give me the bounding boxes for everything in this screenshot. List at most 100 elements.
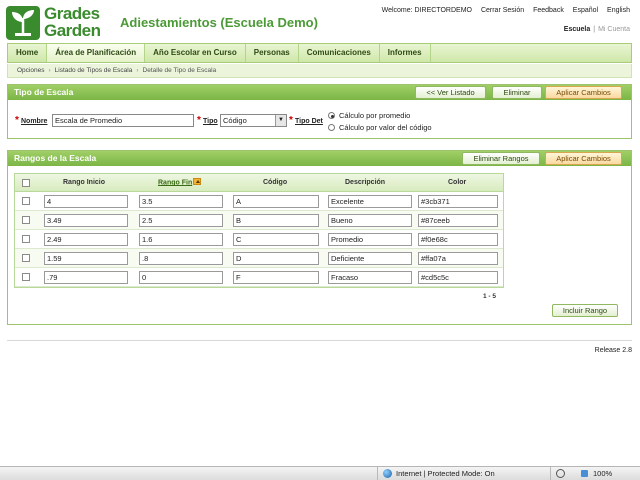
rango-fin-input[interactable]: 0 xyxy=(139,271,223,284)
nav-personas[interactable]: Personas xyxy=(246,44,299,62)
rangos-table: Rango Inicio Rango Fin Código Descripció… xyxy=(14,173,504,288)
tipo-select[interactable]: Código ▼ xyxy=(220,114,287,127)
logout-link[interactable]: Cerrar Sesión xyxy=(481,7,524,14)
zoom-level[interactable]: 100% xyxy=(593,469,612,478)
globe-icon xyxy=(383,469,392,478)
nombre-label: Nombre xyxy=(21,118,48,125)
breadcrumb: Opciones › Listado de Tipos de Escala › Deta… xyxy=(7,64,632,78)
color-input[interactable]: #f0e68c xyxy=(418,233,498,246)
nombre-input[interactable]: Escala de Promedio xyxy=(52,114,194,127)
row-checkbox[interactable] xyxy=(22,216,30,224)
rango-fin-input[interactable]: 2.5 xyxy=(139,214,223,227)
table-row: .79 0 F Fracaso #cd5c5c xyxy=(15,268,503,287)
status-divider xyxy=(377,467,378,480)
color-input[interactable]: #87ceeb xyxy=(418,214,498,227)
sprout-icon xyxy=(6,6,40,40)
rango-inicio-input[interactable]: 2.49 xyxy=(44,233,128,246)
feedback-link[interactable]: Feedback xyxy=(533,7,564,14)
aplicar-cambios-button[interactable]: Aplicar Cambios xyxy=(545,86,622,99)
release-version: Release 2.8 xyxy=(594,347,632,354)
aplicar-cambios-rangos-button[interactable]: Aplicar Cambios xyxy=(545,152,622,165)
nav-ano-escolar[interactable]: Año Escolar en Curso xyxy=(145,44,246,62)
codigo-input[interactable]: D xyxy=(233,252,319,265)
table-row: 3.49 2.5 B Bueno #87ceeb xyxy=(15,211,503,230)
nav-comunicaciones[interactable]: Comunicaciones xyxy=(299,44,380,62)
radio-calculo-promedio-label: Cálculo por promedio xyxy=(339,111,411,120)
breadcrumb-arrow-icon: › xyxy=(48,67,51,74)
spanish-link[interactable]: Español xyxy=(573,7,598,14)
nav-home[interactable]: Home xyxy=(8,44,48,62)
required-marker: * xyxy=(197,115,201,126)
col-rango-inicio[interactable]: Rango Inicio xyxy=(63,179,105,186)
color-input[interactable]: #cd5c5c xyxy=(418,271,498,284)
descripcion-input[interactable]: Excelente xyxy=(328,195,412,208)
rango-fin-input[interactable]: .8 xyxy=(139,252,223,265)
app-title: Adiestamientos (Escuela Demo) xyxy=(120,15,318,30)
col-codigo[interactable]: Código xyxy=(263,179,287,186)
footer-divider xyxy=(7,340,632,341)
chevron-down-icon[interactable]: ▼ xyxy=(275,115,286,126)
protected-mode-icon[interactable] xyxy=(556,469,565,478)
radio-calculo-codigo-label: Cálculo por valor del código xyxy=(339,123,432,132)
breadcrumb-arrow-icon: › xyxy=(136,67,139,74)
col-rango-fin[interactable]: Rango Fin xyxy=(158,178,202,187)
descripcion-input[interactable]: Fracaso xyxy=(328,271,412,284)
codigo-input[interactable]: A xyxy=(233,195,319,208)
nav-area-planificacion[interactable]: Área de Planificación xyxy=(47,44,146,62)
nav-informes[interactable]: Informes xyxy=(380,44,431,62)
descripcion-input[interactable]: Deficiente xyxy=(328,252,412,265)
tipo-det-label: Tipo Det xyxy=(295,118,323,125)
rango-inicio-input[interactable]: 1.59 xyxy=(44,252,128,265)
account-switch: Escuela | Mi Cuenta xyxy=(564,26,630,33)
status-divider xyxy=(550,467,551,480)
tipo-escala-title: Tipo de Escala xyxy=(14,87,74,97)
row-checkbox[interactable] xyxy=(22,197,30,205)
codigo-input[interactable]: F xyxy=(233,271,319,284)
codigo-input[interactable]: B xyxy=(233,214,319,227)
row-checkbox[interactable] xyxy=(22,254,30,262)
table-row: 4 3.5 A Excelente #3cb371 xyxy=(15,192,503,211)
tipo-label: Tipo xyxy=(203,118,218,125)
col-color[interactable]: Color xyxy=(448,179,466,186)
incluir-rango-button[interactable]: Incluir Rango xyxy=(552,304,618,317)
rango-inicio-input[interactable]: 3.49 xyxy=(44,214,128,227)
required-marker: * xyxy=(15,115,19,126)
radio-calculo-codigo[interactable] xyxy=(328,124,335,131)
table-header: Rango Inicio Rango Fin Código Descripció… xyxy=(15,174,503,192)
select-all-checkbox[interactable] xyxy=(22,179,30,187)
account-separator: | xyxy=(593,26,596,33)
radio-calculo-promedio[interactable] xyxy=(328,112,335,119)
account-mi-cuenta[interactable]: Mi Cuenta xyxy=(598,26,630,33)
zoom-icon[interactable] xyxy=(581,470,588,477)
breadcrumb-listado[interactable]: Listado de Tipos de Escala xyxy=(55,67,133,74)
grades-garden-logo[interactable]: Grades Garden xyxy=(6,4,112,42)
pager-text: 1 - 5 xyxy=(483,293,497,300)
logo-text-garden: Garden xyxy=(44,21,101,40)
rango-inicio-input[interactable]: 4 xyxy=(44,195,128,208)
descripcion-input[interactable]: Bueno xyxy=(328,214,412,227)
rango-inicio-input[interactable]: .79 xyxy=(44,271,128,284)
table-body: 4 3.5 A Excelente #3cb371 3.49 2.5 B Bue… xyxy=(15,192,503,287)
table-row: 2.49 1.6 C Promedio #f0e68c xyxy=(15,230,503,249)
breadcrumb-opciones[interactable]: Opciones xyxy=(17,67,44,74)
sort-ascending-icon xyxy=(193,178,202,185)
col-rango-fin-label: Rango Fin xyxy=(158,179,193,187)
eliminar-rangos-button[interactable]: Eliminar Rangos xyxy=(462,152,540,165)
codigo-input[interactable]: C xyxy=(233,233,319,246)
row-checkbox[interactable] xyxy=(22,273,30,281)
col-descripcion[interactable]: Descripción xyxy=(345,179,385,186)
account-escuela[interactable]: Escuela xyxy=(564,26,590,33)
page: Grades Garden Adiestamientos (Escuela De… xyxy=(0,0,640,480)
rangos-header: Rangos de la Escala Eliminar Rangos Apli… xyxy=(8,151,631,166)
eliminar-button[interactable]: Eliminar xyxy=(492,86,542,99)
english-link[interactable]: English xyxy=(607,7,630,14)
row-checkbox[interactable] xyxy=(22,235,30,243)
browser-status-bar: Internet | Protected Mode: On 100% xyxy=(0,466,640,480)
descripcion-input[interactable]: Promedio xyxy=(328,233,412,246)
ver-listado-button[interactable]: << Ver Listado xyxy=(415,86,486,99)
rango-fin-input[interactable]: 1.6 xyxy=(139,233,223,246)
color-input[interactable]: #ffa07a xyxy=(418,252,498,265)
rango-fin-input[interactable]: 3.5 xyxy=(139,195,223,208)
security-zone-text[interactable]: Internet | Protected Mode: On xyxy=(396,469,495,478)
color-input[interactable]: #3cb371 xyxy=(418,195,498,208)
